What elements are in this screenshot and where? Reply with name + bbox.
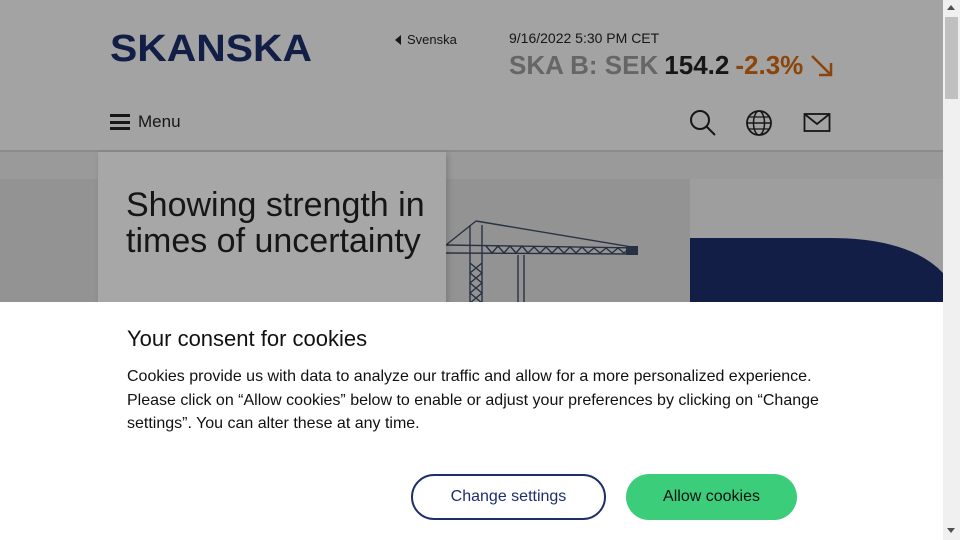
allow-cookies-button[interactable]: Allow cookies (626, 474, 797, 520)
cookie-banner: Your consent for cookies Cookies provide… (0, 302, 943, 540)
scroll-up-icon[interactable] (947, 5, 955, 10)
scroll-down-icon[interactable] (947, 528, 955, 533)
scrollbar-thumb[interactable] (945, 17, 958, 99)
page: SKANSKA Svenska 9/16/2022 5:30 PM CET SK… (0, 0, 943, 540)
cookie-overlay (0, 0, 943, 302)
cookie-title: Your consent for cookies (127, 326, 368, 351)
change-settings-button[interactable]: Change settings (411, 474, 606, 520)
cookie-body: Cookies provide us with data to analyze … (127, 368, 819, 432)
